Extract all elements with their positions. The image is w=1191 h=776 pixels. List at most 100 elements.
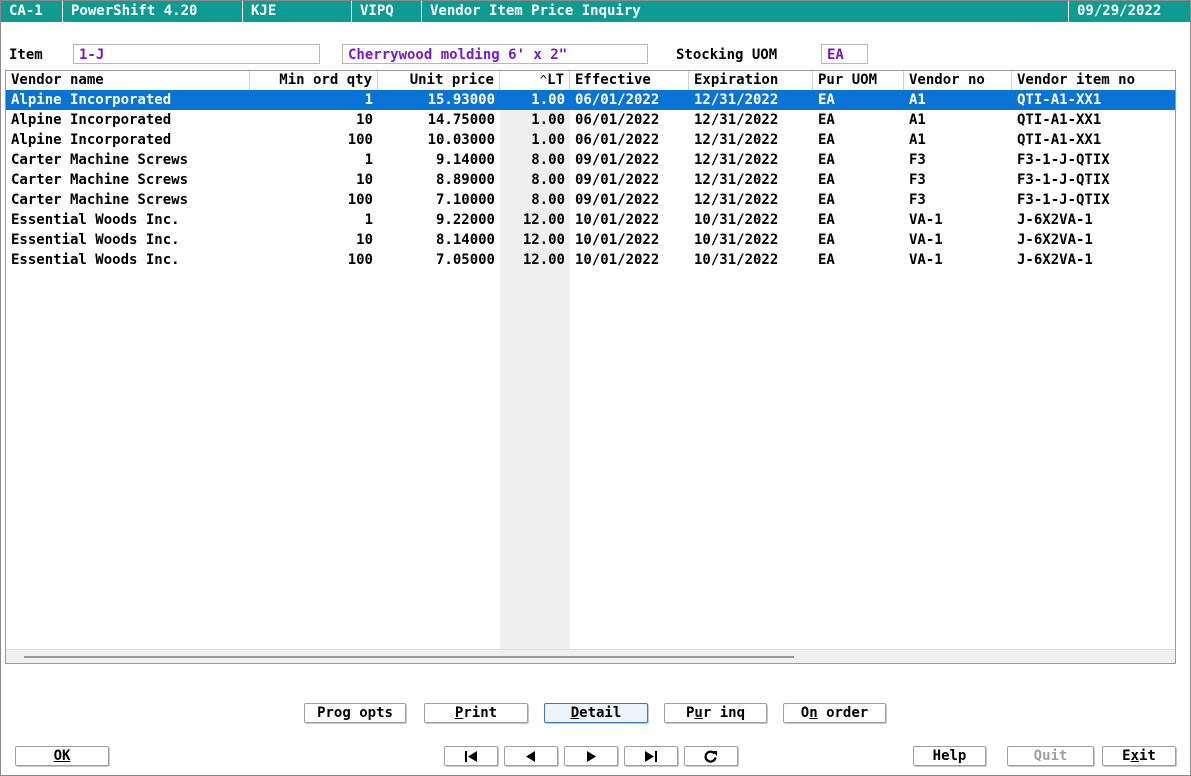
cell-expiration: 12/31/2022 (694, 192, 779, 208)
cell-effective: 06/01/2022 (575, 92, 660, 108)
cell-expiration: 12/31/2022 (694, 112, 779, 128)
table-row[interactable]: Alpine Incorporated 100 10.03000 1.00 06/01/… (6, 130, 1175, 150)
cell-unit-price: 9.22000 (435, 212, 495, 228)
first-record-button[interactable] (444, 746, 498, 766)
col-lt[interactable]: ^LT (500, 71, 570, 90)
cell-vendor-no: A1 (909, 92, 926, 108)
cell-unit-price: 15.93000 (427, 92, 495, 108)
cell-unit-price: 9.14000 (435, 152, 495, 168)
cell-pur-uom: EA (818, 212, 835, 228)
table-row[interactable]: Carter Machine Screws 1 9.14000 8.00 09/01/2… (6, 150, 1175, 170)
pur-inq-button[interactable]: Pur inq (664, 703, 767, 723)
cell-expiration: 12/31/2022 (694, 92, 779, 108)
cell-lt: 8.00 (531, 172, 565, 188)
refresh-icon (704, 750, 717, 763)
cell-effective: 06/01/2022 (575, 112, 660, 128)
table-row[interactable]: Carter Machine Screws 100 7.10000 8.00 09/01… (6, 190, 1175, 210)
screen-title: Vendor Item Price Inquiry (430, 3, 641, 19)
cell-vendor-name: Carter Machine Screws (11, 192, 189, 208)
cell-unit-price: 8.14000 (435, 232, 495, 248)
cell-lt: 12.00 (522, 212, 565, 228)
cell-vendor-no: A1 (909, 112, 926, 128)
next-record-button[interactable] (564, 746, 618, 766)
cell-expiration: 12/31/2022 (694, 132, 779, 148)
cell-min-ord-qty: 10 (356, 112, 373, 128)
cell-vendor-item-no: F3-1-J-QTIX (1017, 192, 1110, 208)
cell-effective: 09/01/2022 (575, 192, 660, 208)
cell-effective: 06/01/2022 (575, 132, 660, 148)
cell-vendor-no: F3 (909, 172, 926, 188)
cell-pur-uom: EA (818, 132, 835, 148)
table-row[interactable]: Carter Machine Screws 10 8.89000 8.00 09/01/… (6, 170, 1175, 190)
last-record-icon (645, 751, 657, 762)
previous-record-icon (526, 751, 535, 762)
cell-vendor-item-no: F3-1-J-QTIX (1017, 152, 1110, 168)
cell-expiration: 12/31/2022 (694, 152, 779, 168)
col-effective[interactable]: Effective (570, 71, 689, 90)
program-code: VIPQ (352, 1, 422, 22)
cell-vendor-name: Carter Machine Screws (11, 152, 189, 168)
cell-vendor-item-no: J-6X2VA-1 (1017, 212, 1093, 228)
cell-vendor-name: Alpine Incorporated (11, 112, 172, 128)
cell-vendor-name: Carter Machine Screws (11, 172, 189, 188)
col-vendor-name[interactable]: Vendor name (6, 71, 250, 90)
on-order-button[interactable]: On order (783, 703, 886, 723)
cell-unit-price: 8.89000 (435, 172, 495, 188)
table-row[interactable]: Essential Woods Inc. 100 7.05000 12.00 10/01… (6, 250, 1175, 270)
item-description-field: Cherrywood molding 6' x 2" (342, 44, 648, 64)
cell-vendor-name: Essential Woods Inc. (11, 252, 180, 268)
cell-vendor-name: Alpine Incorporated (11, 132, 172, 148)
vendor-price-grid[interactable]: Vendor name Min ord qty Unit price ^LT E… (5, 70, 1176, 664)
item-field[interactable]: 1-J (73, 44, 320, 64)
cell-lt: 1.00 (531, 132, 565, 148)
detail-button[interactable]: Detail (544, 703, 648, 723)
cell-vendor-name: Alpine Incorporated (11, 92, 172, 108)
cell-expiration: 10/31/2022 (694, 212, 779, 228)
cell-unit-price: 10.03000 (427, 132, 495, 148)
col-pur-uom[interactable]: Pur UOM (813, 71, 904, 90)
table-row[interactable]: Alpine Incorporated 1 15.93000 1.00 06/01/20… (6, 90, 1175, 110)
cell-effective: 10/01/2022 (575, 252, 660, 268)
cell-min-ord-qty: 10 (356, 172, 373, 188)
cell-vendor-no: F3 (909, 152, 926, 168)
previous-record-button[interactable] (504, 746, 558, 766)
prog-opts-button[interactable]: Prog opts (304, 703, 406, 723)
item-label: Item (9, 47, 43, 63)
cell-pur-uom: EA (818, 152, 835, 168)
cell-pur-uom: EA (818, 112, 835, 128)
col-vendor-no[interactable]: Vendor no (904, 71, 1012, 90)
exit-button[interactable]: Exit (1102, 746, 1176, 766)
cell-vendor-item-no: QTI-A1-XX1 (1017, 132, 1102, 148)
cell-vendor-item-no: QTI-A1-XX1 (1017, 92, 1102, 108)
col-vendor-item-no[interactable]: Vendor item no (1012, 71, 1175, 90)
cell-lt: 1.00 (531, 92, 565, 108)
table-row[interactable]: Essential Woods Inc. 10 8.14000 12.00 10/01/… (6, 230, 1175, 250)
cell-vendor-no: VA-1 (909, 232, 943, 248)
scrollbar-thumb[interactable] (24, 656, 794, 658)
col-unit-price[interactable]: Unit price (378, 71, 500, 90)
cell-vendor-name: Essential Woods Inc. (11, 232, 180, 248)
col-min-ord-qty[interactable]: Min ord qty (250, 71, 378, 90)
cell-min-ord-qty: 1 (364, 152, 373, 168)
cell-vendor-item-no: J-6X2VA-1 (1017, 232, 1093, 248)
col-expiration[interactable]: Expiration (689, 71, 813, 90)
cell-min-ord-qty: 10 (356, 232, 373, 248)
help-button[interactable]: Help (913, 746, 986, 766)
table-row[interactable]: Essential Woods Inc. 1 9.22000 12.00 10/01/2… (6, 210, 1175, 230)
print-button[interactable]: Print (424, 703, 528, 723)
cell-min-ord-qty: 1 (364, 212, 373, 228)
cell-expiration: 10/31/2022 (694, 252, 779, 268)
cell-expiration: 10/31/2022 (694, 232, 779, 248)
first-record-icon (465, 751, 477, 762)
table-row[interactable]: Alpine Incorporated 10 14.75000 1.00 06/01/2… (6, 110, 1175, 130)
cell-lt: 8.00 (531, 152, 565, 168)
cell-vendor-name: Essential Woods Inc. (11, 212, 180, 228)
title-bar: CA-1 PowerShift 4.20 KJE VIPQ Vendor Ite… (1, 1, 1190, 22)
col-lt-label: LT (547, 72, 564, 88)
cell-effective: 09/01/2022 (575, 172, 660, 188)
ok-button[interactable]: OK (15, 746, 109, 766)
refresh-button[interactable] (684, 746, 738, 766)
last-record-button[interactable] (624, 746, 678, 766)
horizontal-scrollbar[interactable] (6, 649, 1175, 663)
cell-unit-price: 14.75000 (427, 112, 495, 128)
